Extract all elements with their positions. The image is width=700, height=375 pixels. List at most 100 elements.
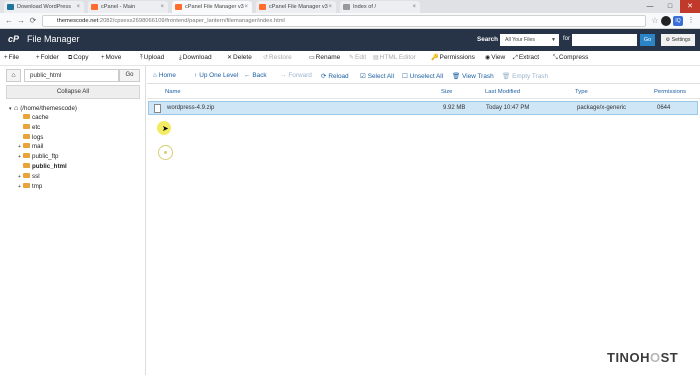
menu-dots-icon[interactable]: ⋮ (686, 16, 696, 26)
nav-back-button[interactable]: ← Back (244, 72, 267, 79)
extension-icon[interactable] (661, 16, 671, 26)
forward-arrow-icon[interactable]: → (15, 15, 27, 27)
tree-item-public-html[interactable]: public_html (18, 162, 67, 171)
reload-icon[interactable]: ⟳ (27, 15, 39, 27)
nav-up-one-level-button[interactable]: ↑ Up One Level (194, 72, 238, 79)
tree-item-tmp[interactable]: + tmp (18, 182, 42, 192)
nav-label: Up One Level (199, 72, 239, 79)
toolbar-copy-button[interactable]: ⧉Copy (68, 54, 88, 62)
toolbar-html-editor-button[interactable]: ▤HTML Editor (373, 54, 416, 61)
nav-empty-trash-button[interactable]: 🗑 Empty Trash (502, 72, 548, 80)
search-go-button[interactable]: Go (640, 34, 655, 46)
column-size[interactable]: Size (441, 89, 452, 95)
for-label: for (563, 36, 571, 42)
toolbar-icon: 🔑 (431, 55, 439, 61)
column-last-modified[interactable]: Last Modified (485, 89, 520, 95)
toolbar-label: Rename (315, 54, 341, 61)
toolbar-folder-button[interactable]: +Folder (36, 54, 59, 61)
url-field[interactable]: themescode.net:2082/cpsess2698066109/fro… (42, 15, 646, 27)
collapse-icon[interactable]: ▾ (9, 105, 13, 114)
minimize-icon[interactable]: — (640, 0, 660, 13)
maximize-icon[interactable]: □ (660, 0, 680, 13)
home-icon: ⌂ (14, 105, 19, 112)
column-headers: Name Size Last Modified Type Permissions (147, 85, 700, 99)
settings-button[interactable]: ⚙ Settings (661, 34, 695, 46)
toolbar-label: Move (105, 54, 122, 61)
nav-label: Unselect All (409, 73, 444, 80)
profile-icon[interactable]: IQ (673, 16, 683, 26)
cpanel-logo[interactable]: cP (8, 34, 19, 44)
tab-close-icon[interactable]: × (412, 1, 416, 13)
toolbar-view-button[interactable]: ◉View (485, 54, 505, 61)
toolbar-file-button[interactable]: +File (4, 54, 19, 61)
folder-icon (23, 123, 30, 129)
browser-tab[interactable]: cPanel - Main × (88, 1, 168, 13)
nav-select-all-button[interactable]: ☑ Select All (360, 72, 394, 80)
tab-title: cPanel File Manager v3 (269, 4, 328, 10)
folder-icon (23, 133, 30, 139)
nav-label: View Trash (462, 73, 494, 80)
expand-icon[interactable]: + (18, 183, 22, 192)
browser-tab-active[interactable]: cPanel File Manager v3 × (172, 1, 252, 13)
toolbar-label: View (491, 54, 506, 61)
tree-item-ssl[interactable]: + ssl (18, 172, 40, 182)
column-type[interactable]: Type (575, 89, 588, 95)
tab-title: cPanel - Main (101, 4, 136, 10)
column-name[interactable]: Name (165, 89, 181, 95)
nav-label: Home (158, 72, 176, 79)
wordpress-favicon-icon (7, 4, 14, 10)
toolbar-extract-button[interactable]: ⤢Extract (513, 54, 539, 62)
toolbar-rename-button[interactable]: ▭Rename (309, 54, 340, 61)
file-row-selected[interactable]: wordpress-4.9.zip 9.92 MB Today 10:47 PM… (148, 101, 698, 115)
toolbar-delete-button[interactable]: ✕Delete (227, 54, 252, 61)
nav-home-button[interactable]: ⌂ Home (153, 72, 176, 79)
browser-tab-strip: Download WordPress × cPanel - Main × cPa… (0, 0, 700, 13)
tab-close-icon[interactable]: × (328, 1, 332, 13)
tree-item-mail[interactable]: + mail (18, 142, 43, 152)
nav-icon: ☑ (360, 73, 366, 80)
bookmark-star-icon[interactable]: ☆ (650, 16, 660, 26)
nav-view-trash-button[interactable]: 🗑 View Trash (452, 72, 494, 80)
toolbar-permissions-button[interactable]: 🔑Permissions (431, 54, 475, 61)
page-favicon-icon (343, 4, 350, 10)
toolbar-upload-button[interactable]: ⤒Upload (140, 54, 164, 62)
nav-icon: ↑ (194, 72, 198, 79)
back-arrow-icon[interactable]: ← (3, 15, 15, 27)
expand-icon[interactable]: + (18, 173, 22, 182)
tab-close-icon[interactable]: × (244, 1, 248, 13)
window-close-icon[interactable]: ✕ (680, 0, 700, 13)
tree-item-logs[interactable]: logs (18, 133, 43, 142)
tab-close-icon[interactable]: × (160, 1, 164, 13)
toolbar-edit-button[interactable]: ✎Edit (349, 54, 366, 61)
toolbar-icon: + (101, 55, 105, 61)
home-icon[interactable]: ⌂ (6, 69, 21, 82)
browser-tab[interactable]: Index of / × (340, 1, 420, 13)
search-scope-select[interactable]: All Your Files ▼ (500, 34, 559, 46)
nav-reload-button[interactable]: ⟳ Reload (321, 72, 349, 80)
nav-unselect-all-button[interactable]: ☐ Unselect All (402, 72, 443, 80)
path-go-button[interactable]: Go (119, 69, 140, 82)
file-size: 9.92 MB (443, 105, 466, 111)
search-input[interactable] (572, 34, 637, 46)
toolbar-icon: ▭ (309, 55, 315, 61)
tree-item-etc[interactable]: etc (18, 123, 40, 132)
nav-label: Reload (328, 73, 349, 80)
browser-tab[interactable]: cPanel File Manager v3 × (256, 1, 336, 13)
browser-tab[interactable]: Download WordPress × (4, 1, 84, 13)
nav-label: Select All (367, 73, 395, 80)
tree-item-public-ftp[interactable]: + public_ftp (18, 152, 59, 162)
path-input[interactable]: public_html (24, 69, 119, 82)
toolbar-download-button[interactable]: ⤓Download (179, 54, 212, 62)
tab-close-icon[interactable]: × (76, 1, 80, 13)
nav-forward-button[interactable]: → Forward (280, 72, 312, 79)
toolbar-restore-button[interactable]: ↺Restore (263, 54, 292, 61)
column-permissions[interactable]: Permissions (654, 89, 686, 95)
tree-item-label: public_ftp (32, 153, 59, 161)
collapse-all-button[interactable]: Collapse All (6, 85, 140, 99)
toolbar-move-button[interactable]: +Move (101, 54, 121, 61)
toolbar-compress-button[interactable]: ⤡Compress (553, 54, 588, 62)
expand-icon[interactable]: + (18, 143, 22, 152)
tree-item-cache[interactable]: cache (18, 113, 49, 122)
nav-icon: 🗑 (452, 73, 461, 80)
expand-icon[interactable]: + (18, 153, 22, 162)
